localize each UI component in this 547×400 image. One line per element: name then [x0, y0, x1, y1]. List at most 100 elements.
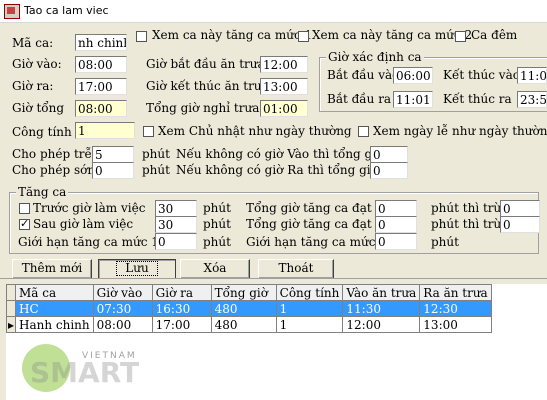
- ca-dem-checkbox[interactable]: [455, 31, 466, 42]
- chu-nhat-label: Xem Chủ nhật như ngày thường: [158, 124, 352, 138]
- thi-tru-2-label: phút thì trừ: [431, 217, 502, 231]
- tong-nghi-trua-label: Tổng giờ nghỉ trưa: [146, 101, 260, 115]
- cell[interactable]: Hanh chinh: [15, 316, 94, 333]
- gio-ra-input[interactable]: 17:00: [75, 78, 127, 95]
- dat-toi-2-label: Tổng giờ tăng ca đạt tới: [246, 217, 392, 231]
- cell[interactable]: 12:30: [419, 300, 492, 317]
- ma-ca-label: Mã ca:: [12, 36, 54, 50]
- gioi-han-1-input[interactable]: 0: [155, 233, 197, 250]
- muc1-checkbox[interactable]: [136, 31, 147, 42]
- truoc-gio-input[interactable]: 30: [155, 200, 197, 217]
- kt-vao-input[interactable]: 11:00: [517, 67, 547, 84]
- kt-ra-label: Kết thúc ra: [443, 92, 512, 106]
- gio-vao-label: Giờ vào:: [12, 57, 62, 71]
- bd-vao-label: Bắt đầu vào: [327, 68, 400, 82]
- gio-tong-input[interactable]: 08:00: [75, 100, 127, 117]
- cell[interactable]: 08:00: [92, 316, 153, 333]
- col-cong-tinh[interactable]: Công tính: [275, 284, 344, 301]
- dat-toi-1-label: Tổng giờ tăng ca đạt tới: [246, 201, 392, 215]
- thoat-button[interactable]: Thoát: [258, 259, 334, 279]
- bd-vao-input[interactable]: 06:00: [393, 67, 433, 84]
- khong-vao-label: Nếu không có giờ Vào thì tổng giờ: [176, 147, 384, 161]
- bd-an-trua-label: Giờ bắt đầu ăn trưa: [146, 57, 265, 71]
- shift-table[interactable]: Mã ca Giờ vào Giờ ra Tổng giờ Công tính …: [6, 284, 492, 333]
- gio-tong-label: Giờ tổng: [12, 101, 65, 115]
- gioi-han-2-phut-label: phút: [431, 235, 459, 249]
- bd-ra-label: Bắt đầu ra: [327, 92, 392, 106]
- dat-toi-1-input[interactable]: 0: [375, 200, 417, 217]
- cell[interactable]: 480: [210, 316, 277, 333]
- muc2-label: Xem ca này tăng ca mức 2: [312, 28, 473, 42]
- ngay-le-checkbox[interactable]: [358, 126, 369, 137]
- thi-tru-2-input[interactable]: 0: [500, 216, 540, 233]
- ma-ca-input[interactable]: nh chinh: [75, 34, 127, 51]
- thi-tru-1-input[interactable]: 0: [500, 200, 540, 217]
- sau-gio-input[interactable]: 30: [155, 216, 197, 233]
- tang-ca-title: Tăng ca: [16, 185, 69, 199]
- thoat-label: Thoát: [278, 261, 314, 275]
- bd-ra-input[interactable]: 11:01: [393, 91, 433, 108]
- tong-nghi-trua-input[interactable]: 01:00: [260, 100, 308, 117]
- app-icon: [4, 4, 20, 19]
- chu-nhat-checkbox[interactable]: [143, 126, 154, 137]
- cell[interactable]: 11:30: [342, 300, 421, 317]
- cell[interactable]: 12:00: [342, 316, 421, 333]
- xoa-button[interactable]: Xóa: [180, 259, 250, 279]
- dat-toi-2-input[interactable]: 0: [375, 216, 417, 233]
- cell[interactable]: 1: [275, 300, 344, 317]
- divider: [0, 278, 547, 279]
- gio-vao-input[interactable]: 08:00: [75, 56, 127, 73]
- current-row-arrow-icon[interactable]: ▸: [6, 316, 16, 333]
- col-vao-an-trua[interactable]: Vào ăn trưa: [342, 284, 421, 301]
- sau-gio-label: Sau giờ làm việc: [33, 217, 134, 231]
- khong-vao-input[interactable]: 0: [370, 146, 408, 163]
- row-header[interactable]: [6, 300, 16, 317]
- ca-dem-label: Ca đêm: [471, 28, 518, 42]
- truoc-gio-checkbox[interactable]: [19, 203, 30, 214]
- table-row[interactable]: ▸ Hanh chinh 08:00 17:00 480 1 12:00 13:…: [6, 316, 492, 333]
- col-ma-ca[interactable]: Mã ca: [15, 284, 94, 301]
- cong-tinh-label: Công tính: [12, 125, 72, 139]
- cho-phep-som-label: Cho phép sớm: [12, 163, 99, 177]
- cell[interactable]: 07:30: [92, 300, 153, 317]
- col-gio-vao[interactable]: Giờ vào: [92, 284, 153, 301]
- gioi-han-1-phut-label: phút: [203, 235, 231, 249]
- cell[interactable]: 480: [210, 300, 277, 317]
- cell[interactable]: 17:00: [151, 316, 212, 333]
- truoc-gio-label: Trước giờ làm việc: [33, 201, 146, 215]
- window-title: Tao ca lam viec: [24, 4, 109, 17]
- gioi-han-2-input[interactable]: 0: [375, 233, 417, 250]
- gio-ra-label: Giờ ra:: [12, 79, 54, 93]
- kt-vao-label: Kết thúc vào: [443, 68, 520, 82]
- vietnam-smart-logo: VIETNAM SMART: [22, 344, 139, 392]
- khong-ra-input[interactable]: 0: [370, 162, 408, 179]
- kt-an-trua-input[interactable]: 13:00: [260, 78, 308, 95]
- table-row[interactable]: HC 07:30 16:30 480 1 11:30 12:30: [6, 300, 492, 317]
- title-bar: Tao ca lam viec: [0, 0, 547, 23]
- col-tong-gio[interactable]: Tổng giờ: [210, 284, 277, 301]
- thi-tru-1-label: phút thì trừ: [431, 201, 502, 215]
- cho-phep-tre-input[interactable]: 5: [92, 146, 134, 163]
- cell[interactable]: 16:30: [151, 300, 212, 317]
- truoc-phut-label: phút: [203, 201, 231, 215]
- row-header-corner: [6, 284, 16, 301]
- muc2-checkbox[interactable]: [298, 31, 309, 42]
- kt-ra-input[interactable]: 23:59: [517, 91, 547, 108]
- col-ra-an-trua[interactable]: Ra ăn trưa: [419, 284, 492, 301]
- cong-tinh-input[interactable]: 1: [75, 122, 135, 139]
- cho-phep-som-input[interactable]: 0: [92, 162, 134, 179]
- sau-gio-checkbox[interactable]: [19, 217, 30, 230]
- cell[interactable]: 13:00: [419, 316, 492, 333]
- cho-phep-tre-label: Cho phép trễ: [12, 147, 92, 161]
- cell[interactable]: 1: [275, 316, 344, 333]
- ngay-le-label: Xem ngày lễ như ngày thường: [373, 124, 547, 138]
- them-moi-button[interactable]: Thêm mới: [12, 259, 92, 279]
- cell[interactable]: HC: [15, 300, 94, 317]
- khong-ra-label: Nếu không có giờ Ra thì tổng giờ: [176, 163, 378, 177]
- bd-an-trua-input[interactable]: 12:00: [260, 56, 308, 73]
- sau-phut-label: phút: [203, 217, 231, 231]
- luu-button[interactable]: Lưu: [98, 259, 176, 279]
- tre-phut-label: phút: [142, 147, 170, 161]
- col-gio-ra[interactable]: Giờ ra: [151, 284, 212, 301]
- logo-smart: SMART: [30, 356, 139, 389]
